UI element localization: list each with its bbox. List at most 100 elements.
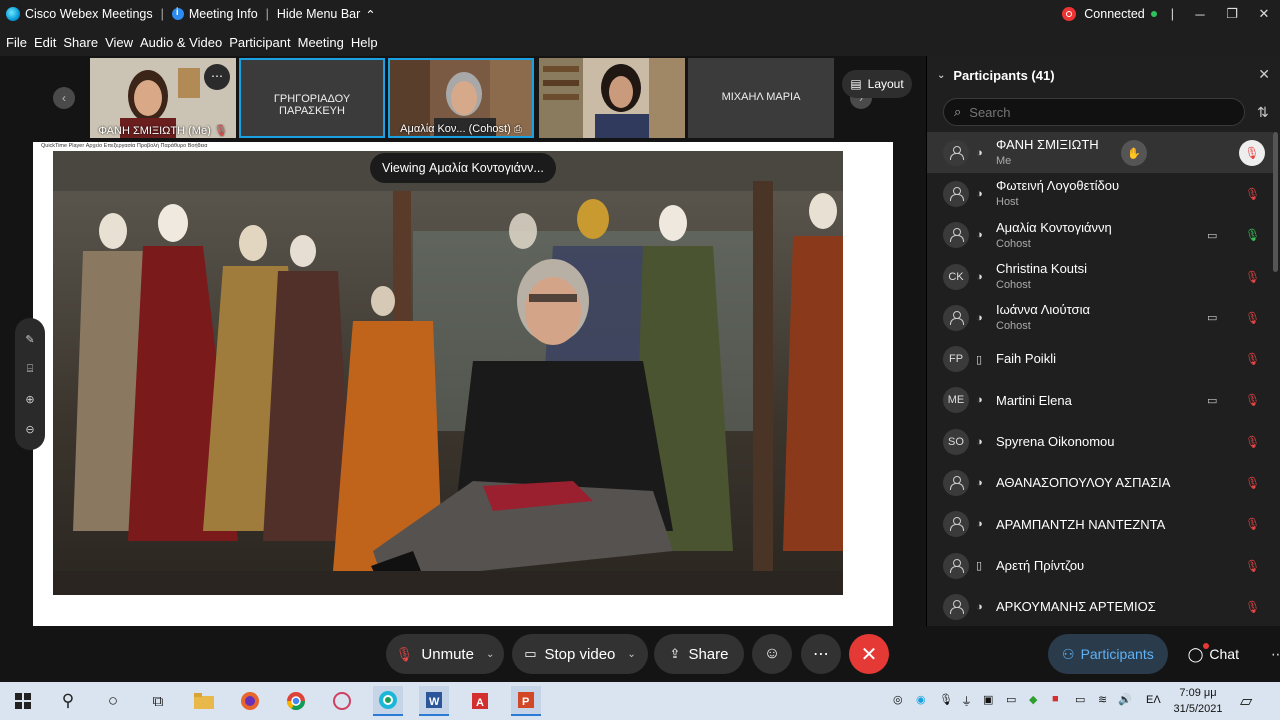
layout-button[interactable]: ▤ Layout — [842, 70, 912, 98]
mic-muted-icon[interactable]: 🎙 — [1245, 517, 1260, 531]
acrobat-icon[interactable]: A — [465, 686, 495, 716]
share-button[interactable]: ⇪ Share — [654, 634, 744, 674]
mic-muted-icon[interactable]: 🎙 — [1245, 311, 1260, 325]
mic-muted-icon[interactable]: 🎙 — [1245, 352, 1260, 366]
word-icon[interactable]: W — [419, 686, 449, 716]
participant-list-scrollbar[interactable] — [1273, 132, 1278, 272]
tray-webex-icon[interactable]: ◉ — [916, 693, 926, 706]
mic-muted-icon[interactable]: 🎙 — [1245, 435, 1260, 449]
reactions-button[interactable]: ☺ — [752, 634, 792, 674]
menu-audio-video[interactable]: Audio & Video — [140, 35, 222, 50]
thumb-more-button[interactable]: ⋯ — [204, 64, 230, 90]
participant-initials-avatar: ME — [943, 387, 969, 414]
tray-usb-icon[interactable]: ⏚ — [961, 693, 972, 709]
thumb-participant[interactable] — [539, 58, 685, 138]
panel-close-icon[interactable]: ✕ — [1258, 66, 1270, 83]
tray-display-icon[interactable]: ▭ — [1006, 693, 1016, 706]
participant-row[interactable]: ▯ Αρετή Πρίντζου 🎙 — [927, 545, 1273, 586]
mic-muted-icon[interactable]: 🎙 — [1245, 270, 1260, 284]
meeting-info-button[interactable]: Meeting Info — [171, 7, 258, 21]
more-options-button[interactable]: ⋯ — [801, 634, 841, 674]
tray-monitor-icon[interactable]: ▣ — [983, 693, 993, 706]
powerpoint-icon[interactable]: P — [511, 686, 541, 716]
mic-muted-icon[interactable]: 🎙 — [1245, 600, 1260, 614]
mic-muted-icon[interactable]: 🎙 — [1245, 559, 1260, 573]
leave-meeting-button[interactable]: ✕ — [849, 634, 889, 674]
menu-edit[interactable]: Edit — [34, 35, 56, 50]
webex-shape — [379, 691, 397, 709]
webex-taskbar-icon[interactable] — [373, 686, 403, 716]
close-icon[interactable]: ✕ — [1248, 6, 1280, 22]
mic-on-icon[interactable]: 🎙 — [1245, 228, 1260, 242]
cortana-icon[interactable]: ○ — [98, 686, 128, 716]
thumb-michail[interactable]: ΜΙΧΑΗΛ ΜΑΡΙΑ — [688, 58, 834, 138]
thumb-amalia[interactable]: Αμαλία Κον... (Cohost) ⎙ — [388, 58, 534, 138]
participant-row[interactable]: ◑ ΑΘΑΝΑΣΟΠΟΥΛΟΥ ΑΣΠΑΣΙΑ 🎙 — [927, 462, 1273, 503]
tray-battery-icon[interactable]: ▭ — [1075, 693, 1085, 706]
mic-muted-icon[interactable]: 🎙 — [1245, 393, 1260, 407]
zoom-out-icon[interactable]: ⊖ — [25, 423, 34, 436]
camera-icon: ▭ — [1207, 312, 1218, 325]
hide-menu-bar-button[interactable]: Hide Menu Bar ⌃ — [277, 7, 376, 22]
recording-icon[interactable] — [1062, 7, 1077, 21]
participant-row[interactable]: ◑ Φωτεινή Λογοθετίδου Host 🎙 — [927, 173, 1273, 214]
participant-row[interactable]: ME ◑ Martini Elena ▭ 🎙 — [927, 380, 1273, 421]
participant-row[interactable]: FP ▯ Faih Poikli 🎙 — [927, 338, 1273, 379]
mic-muted-icon[interactable]: 🎙 — [1239, 140, 1265, 166]
volume-icon[interactable]: 🔊 — [1118, 693, 1132, 706]
phone-icon: ▯ — [976, 560, 983, 573]
menu-meeting[interactable]: Meeting — [298, 35, 344, 50]
search-input[interactable] — [969, 104, 1210, 120]
participant-row[interactable]: SO ◑ Spyrena Oikonomou 🎙 — [927, 421, 1273, 462]
unmute-button[interactable]: 🎙 Unmute ⌄ — [386, 634, 504, 674]
chevron-down-icon[interactable]: ⌄ — [627, 649, 635, 660]
language-indicator[interactable]: ΕΛ — [1146, 694, 1161, 706]
participant-row[interactable]: ◑ ΑΡΚΟΥΜΑΝΗΣ ΑΡΤΕΜΙΟΣ 🎙 — [927, 586, 1273, 626]
windows-start-icon[interactable] — [8, 686, 38, 716]
search-icon[interactable]: ⚲ — [53, 686, 83, 716]
participant-row[interactable]: ◑ ΦΑΝΗ ΣΜΙΞΙΩΤΗ Me ✋ 🎙 — [927, 132, 1273, 174]
participant-row[interactable]: ◑ ΑΡΑΜΠΑΝΤΖΗ ΝΑΝΤΕΖΝΤΑ 🎙 — [927, 504, 1273, 545]
sort-icon[interactable]: ⇅ — [1257, 104, 1269, 121]
thumb-grigoriadou[interactable]: ΓΡΗΓΟΡΙΑΔΟΥ ΠΑΡΑΣΚΕΥΗ — [239, 58, 385, 138]
participants-tab[interactable]: ⚇ Participants — [1048, 634, 1168, 674]
menu-help[interactable]: Help — [351, 35, 378, 50]
notifications-icon[interactable]: ▱ — [1240, 691, 1252, 711]
raise-hand-icon[interactable]: ✋ — [1121, 140, 1147, 166]
restore-icon[interactable]: ❐ — [1216, 6, 1248, 22]
chat-tab[interactable]: ◯ Chat — [1174, 634, 1253, 674]
strip-prev-icon[interactable]: ‹ — [53, 87, 75, 109]
thumb-me[interactable]: ⋯ ΦΑΝΗ ΣΜΙΞΙΩΤΗ (Me) 🎙 — [90, 58, 236, 138]
mic-muted-icon[interactable]: 🎙 — [1245, 187, 1260, 201]
tray-security-icon[interactable]: ◆ — [1029, 693, 1037, 706]
stop-video-button[interactable]: ▭ Stop video ⌄ — [512, 634, 648, 674]
snipping-tool-icon[interactable] — [327, 686, 357, 716]
annotate-icon[interactable]: ✎ — [25, 333, 34, 346]
person-avatar-icon — [943, 304, 969, 331]
wifi-icon[interactable]: ≋ — [1098, 693, 1107, 706]
file-explorer-icon[interactable] — [189, 686, 219, 716]
chevron-down-icon[interactable]: ⌄ — [486, 649, 494, 660]
menu-view[interactable]: View — [105, 35, 133, 50]
mic-muted-icon[interactable]: 🎙 — [1245, 476, 1260, 490]
collapse-chevron-icon[interactable]: ⌄ — [937, 70, 945, 81]
participant-row[interactable]: CK ◑ Christina Koutsi Cohost 🎙 — [927, 256, 1273, 297]
participant-row[interactable]: ◑ Αμαλία Κοντογιάννη Cohost ▭ 🎙 — [927, 215, 1273, 256]
headset-icon: ◑ — [976, 394, 983, 407]
zoom-in-icon[interactable]: ⊕ — [25, 393, 34, 406]
firefox-icon[interactable] — [235, 686, 265, 716]
task-view-icon[interactable]: ⧉ — [143, 686, 173, 716]
menu-participant[interactable]: Participant — [229, 35, 290, 50]
participant-row[interactable]: ◑ Ιωάννα Λιούτσια Cohost ▭ 🎙 — [927, 297, 1273, 338]
remote-control-icon[interactable]: ⌸ — [27, 363, 34, 376]
taskbar-clock[interactable]: 7:09 μμ 31/5/2021 — [1168, 685, 1228, 717]
panel-more-button[interactable]: ⋯ — [1259, 634, 1280, 674]
participant-search[interactable]: ⌕ — [943, 98, 1245, 126]
chrome-icon[interactable] — [281, 686, 311, 716]
tray-mic-icon[interactable]: 🎙 — [939, 693, 953, 706]
menu-share[interactable]: Share — [63, 35, 98, 50]
tray-app-icon[interactable]: ◎ — [893, 693, 903, 706]
menu-file[interactable]: File — [6, 35, 27, 50]
minimize-icon[interactable]: ─ — [1184, 7, 1216, 22]
tray-red-icon[interactable]: ■ — [1052, 693, 1059, 705]
